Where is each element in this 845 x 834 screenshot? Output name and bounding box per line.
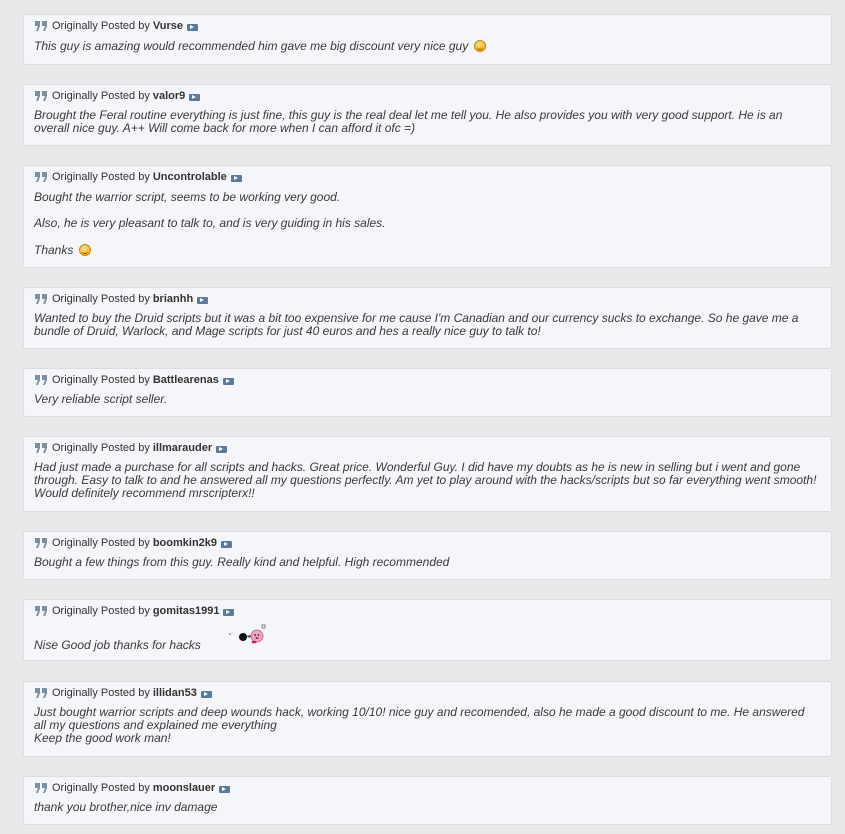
view-post-icon[interactable] xyxy=(230,175,242,182)
view-post-icon[interactable] xyxy=(189,94,201,101)
quote-text: Very reliable script seller. xyxy=(34,393,819,406)
quote-author[interactable]: gomitas1991 xyxy=(153,605,220,617)
quote-box: Originally Posted by Uncontrolable Bough… xyxy=(23,165,832,268)
view-post-icon[interactable] xyxy=(200,691,212,698)
quote-prefix: Originally Posted by xyxy=(52,171,150,183)
quote-line: Would definitely recommend mrscripterx!! xyxy=(34,486,255,500)
quote-box: Originally Posted by gomitas1991 Nise Go… xyxy=(23,599,832,661)
quote-line: bundle of Druid, Warlock, and Mage scrip… xyxy=(34,324,541,338)
quote-box: Originally Posted by Vurse This guy is a… xyxy=(23,14,832,65)
view-post-icon[interactable] xyxy=(223,609,235,616)
quote-icon xyxy=(35,688,47,698)
quote-box: Originally Posted by boomkin2k9 Bought a… xyxy=(23,531,832,580)
quote-author[interactable]: illidan53 xyxy=(153,687,197,699)
quote-header: Originally Posted by valor9 xyxy=(34,90,201,102)
quote-icon xyxy=(35,375,47,385)
quote-prefix: Originally Posted by xyxy=(52,605,150,617)
quote-header: Originally Posted by moonslauer xyxy=(34,782,231,794)
quote-author[interactable]: Vurse xyxy=(153,20,183,32)
quote-author[interactable]: valor9 xyxy=(153,90,185,102)
view-post-icon[interactable] xyxy=(222,378,234,385)
quote-line: Also, he is very pleasant to talk to, an… xyxy=(34,216,386,230)
quote-box: Originally Posted by valor9 Brought the … xyxy=(23,84,832,146)
quote-line: Thanks xyxy=(34,243,74,257)
quote-box: Originally Posted by illmarauder Had jus… xyxy=(23,436,832,512)
quote-box: Originally Posted by brianhh Wanted to b… xyxy=(23,287,832,349)
quote-header: Originally Posted by gomitas1991 xyxy=(34,605,235,617)
quote-author[interactable]: boomkin2k9 xyxy=(153,537,217,549)
quote-icon xyxy=(35,606,47,616)
view-post-icon[interactable] xyxy=(219,786,231,793)
quote-prefix: Originally Posted by xyxy=(52,537,150,549)
kirby-sticker-icon xyxy=(229,624,266,644)
quote-icon xyxy=(35,538,47,548)
quote-box: Originally Posted by illidan53 Just boug… xyxy=(23,681,832,757)
quote-icon xyxy=(35,783,47,793)
quote-line: Bought the warrior script, seems to be w… xyxy=(34,190,341,204)
smiley-icon xyxy=(473,40,486,52)
quote-icon xyxy=(35,294,47,304)
quote-line: Bought a few things from this guy. Reall… xyxy=(34,555,450,569)
quote-header: Originally Posted by Uncontrolable xyxy=(34,171,242,183)
quote-header: Originally Posted by illidan53 xyxy=(34,687,212,699)
quote-header: Originally Posted by boomkin2k9 xyxy=(34,537,233,549)
quote-text: Nise Good job thanks for hacks xyxy=(34,639,819,652)
quote-text: thank you brother,nice inv damage xyxy=(34,801,819,814)
quote-line: thank you brother,nice inv damage xyxy=(34,800,218,814)
quote-author[interactable]: illmarauder xyxy=(153,442,212,454)
quote-icon xyxy=(35,172,47,182)
view-post-icon[interactable] xyxy=(187,24,198,31)
quote-prefix: Originally Posted by xyxy=(52,90,150,102)
quote-author[interactable]: Battlearenas xyxy=(153,374,219,386)
quote-prefix: Originally Posted by xyxy=(52,442,150,454)
quote-text: Wanted to buy the Druid scripts but it w… xyxy=(34,312,819,338)
quote-author[interactable]: Uncontrolable xyxy=(153,171,227,183)
quote-line: Nise Good job thanks for hacks xyxy=(34,638,201,652)
quote-line: Very reliable script seller. xyxy=(34,392,168,406)
view-post-icon[interactable] xyxy=(197,297,209,304)
quote-prefix: Originally Posted by xyxy=(52,293,150,305)
quote-text: Just bought warrior scripts and deep wou… xyxy=(34,706,819,745)
quote-prefix: Originally Posted by xyxy=(52,374,150,386)
quote-header: Originally Posted by illmarauder xyxy=(34,442,228,454)
quote-box: Originally Posted by Battlearenas Very r… xyxy=(23,368,832,417)
quote-icon xyxy=(35,443,47,453)
quote-prefix: Originally Posted by xyxy=(52,782,150,794)
quote-line: overall nice guy. A++ Will come back for… xyxy=(34,121,416,135)
quote-text: Bought a few things from this guy. Reall… xyxy=(34,556,819,569)
quote-header: Originally Posted by Vurse xyxy=(34,20,198,32)
quote-header: Originally Posted by Battlearenas xyxy=(34,374,234,386)
quote-author[interactable]: brianhh xyxy=(153,293,193,305)
quote-prefix: Originally Posted by xyxy=(52,687,150,699)
quote-box: Originally Posted by moonslauer thank yo… xyxy=(23,776,832,825)
quote-line: Keep the good work man! xyxy=(34,731,171,745)
smiley-icon xyxy=(78,244,91,256)
quote-header: Originally Posted by brianhh xyxy=(34,293,209,305)
quote-text: This guy is amazing would recommended hi… xyxy=(34,40,819,53)
view-post-icon[interactable] xyxy=(216,446,228,453)
quote-line: This guy is amazing would recommended hi… xyxy=(34,39,469,53)
quote-author[interactable]: moonslauer xyxy=(153,782,215,794)
view-post-icon[interactable] xyxy=(221,541,233,548)
quote-text: Had just made a purchase for all scripts… xyxy=(34,461,819,500)
quote-text: Bought the warrior script, seems to be w… xyxy=(34,191,819,257)
quote-icon xyxy=(35,21,47,31)
quote-prefix: Originally Posted by xyxy=(52,20,150,32)
quote-icon xyxy=(35,91,47,101)
quote-text: Brought the Feral routine everything is … xyxy=(34,109,819,135)
